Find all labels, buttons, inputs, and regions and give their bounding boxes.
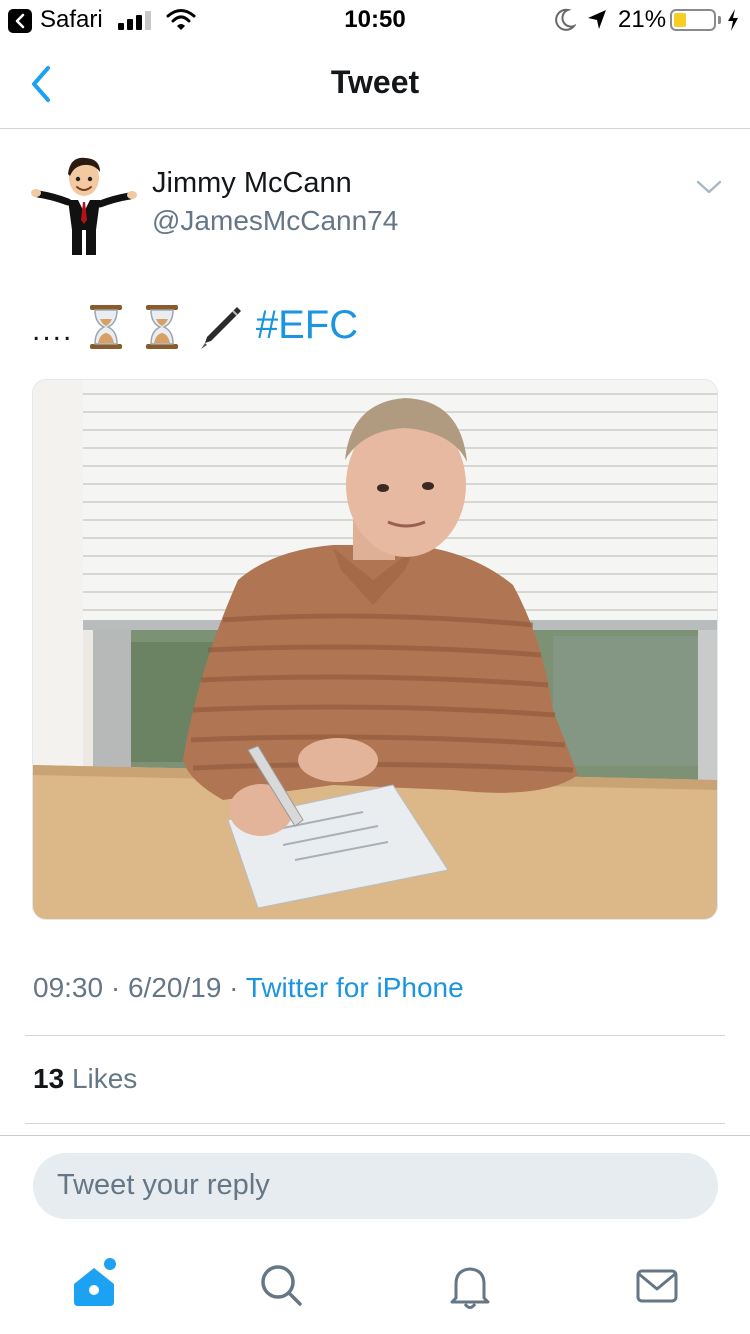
battery-tip [718,16,721,24]
divider [25,1123,725,1124]
author-handle[interactable]: @JamesMcCann74 [152,205,398,237]
likes-label: Likes [71,1063,138,1094]
battery-percent: 21% [618,6,667,33]
tweet-date: 6/20/19 [127,972,222,1003]
home-icon [74,1258,116,1306]
charging-icon [728,9,738,31]
tweet-meta: 09:30 · 6/20/19 · Twitter for iPhone [33,972,464,1004]
notifications-icon [450,1267,490,1309]
hashtag-link[interactable]: #EFC [256,303,358,347]
tab-search[interactable] [251,1256,311,1316]
meta-separator: · [110,972,121,1003]
avatar[interactable] [30,150,138,258]
pen-icon [200,307,241,350]
divider [25,1035,725,1036]
location-icon [588,10,606,29]
hourglass-icon [145,305,178,350]
likes-stat[interactable]: 13 Likes [33,1063,137,1095]
hourglass-icon [90,305,123,350]
status-bar: Safari 10:50 21% [0,0,750,40]
battery-icon [670,9,716,31]
reply-placeholder: Tweet your reply [57,1169,270,1201]
messages-icon [636,1269,678,1303]
divider [0,1135,750,1136]
tweet-source-link[interactable]: Twitter for iPhone [246,972,464,1003]
meta-separator: · [229,972,239,1003]
tweet-text: .... #EFC [32,303,358,351]
tab-home[interactable] [64,1256,124,1316]
tab-notifications[interactable] [440,1256,500,1316]
tweet-photo[interactable] [32,379,718,920]
reply-input[interactable]: Tweet your reply [33,1153,718,1219]
tweet-text-prefix: .... [32,314,74,347]
author-name[interactable]: Jimmy McCann [152,167,352,200]
search-icon [261,1265,302,1306]
tab-messages[interactable] [627,1256,687,1316]
page-title: Tweet [330,64,420,100]
nav-bar: Tweet [0,40,750,129]
tweet-time: 09:30 [33,972,104,1003]
moon-icon [555,8,576,31]
likes-count: 13 [33,1063,65,1094]
chevron-down-icon[interactable] [694,176,724,198]
